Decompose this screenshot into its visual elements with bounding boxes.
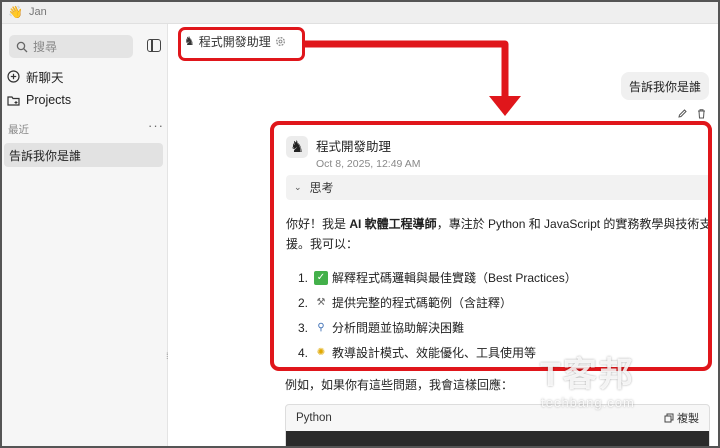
projects-button[interactable]: Projects (7, 93, 71, 107)
code-block-header: Python 複製 (286, 405, 709, 431)
search-placeholder: 搜尋 (33, 40, 58, 54)
user-message-text: 告訴我你是誰 (629, 79, 702, 94)
projects-label: Projects (26, 93, 72, 107)
highlight-box-reply (270, 121, 712, 371)
user-message-bubble: 告訴我你是誰 (621, 72, 710, 100)
highlight-box-assistant (178, 27, 305, 61)
trash-icon[interactable] (696, 108, 707, 119)
watermark-url: techbang.com (541, 395, 635, 410)
edit-icon[interactable] (677, 108, 688, 119)
app-name: Jan (28, 5, 47, 18)
new-chat-button[interactable]: 新聊天 (7, 67, 64, 86)
title-bar: 👋 Jan (0, 0, 720, 24)
thread-item[interactable]: 告訴我你是誰 (4, 143, 163, 167)
code-language: Python (296, 412, 332, 424)
plus-circle-icon (7, 70, 20, 83)
watermark-brand: T客邦 (540, 356, 635, 394)
copy-icon (664, 413, 674, 423)
search-input[interactable]: 搜尋 (9, 35, 133, 58)
code-body (286, 431, 709, 447)
more-options-icon[interactable]: ··· (148, 118, 164, 133)
folder-plus-icon (7, 95, 20, 106)
copy-button[interactable]: 複製 (664, 410, 699, 426)
toggle-sidebar-icon[interactable] (147, 39, 161, 52)
watermark: T客邦 techbang.com (540, 355, 635, 410)
message-actions (677, 108, 707, 119)
wave-hand-icon: 👋 (8, 4, 23, 19)
new-chat-label: 新聊天 (26, 71, 64, 85)
thread-item-label: 告訴我你是誰 (9, 148, 82, 163)
sidebar: 搜尋 新聊天 Projects 最近 ··· 告訴我你是誰 ⁞ (0, 24, 169, 448)
copy-label: 複製 (677, 413, 699, 425)
code-block: Python 複製 (285, 404, 710, 448)
example-text: 例如，如果你有這些問題，我會這樣回應： (285, 378, 514, 392)
recent-section-label: 最近 (8, 124, 29, 136)
search-icon (16, 41, 28, 52)
